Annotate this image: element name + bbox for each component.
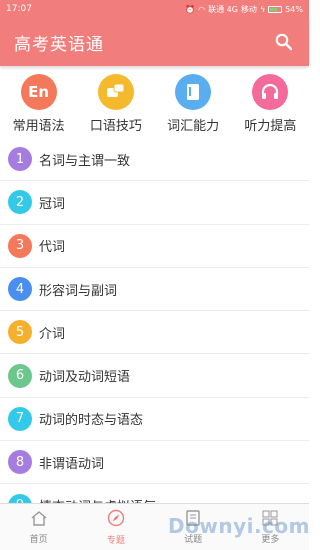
en-icon: En bbox=[20, 74, 57, 110]
tab-label: 专题 bbox=[106, 535, 125, 546]
list-number: 6 bbox=[8, 363, 32, 388]
status-bar: 17:07 ⏰ ◠ 联通 4G 移动 ϟ 54% bbox=[0, 0, 309, 18]
list-item[interactable]: 3 代词 bbox=[0, 225, 309, 268]
category-grammar[interactable]: En 常用语法 bbox=[0, 66, 77, 138]
category-bar: En 常用语法 口语技巧 词汇能力 听力提高 bbox=[0, 66, 309, 138]
app-title: 高考英语通 bbox=[14, 34, 104, 55]
tab-topics[interactable]: 专题 bbox=[77, 504, 154, 550]
list-item[interactable]: 4 形容词与副词 bbox=[0, 268, 309, 312]
category-label: 词汇能力 bbox=[167, 119, 220, 134]
wifi-icon: ◠ bbox=[198, 4, 206, 14]
list-number: 3 bbox=[8, 233, 32, 258]
carrier-2: 移动 bbox=[240, 4, 257, 14]
battery-icon bbox=[268, 5, 283, 13]
compass-icon bbox=[107, 509, 125, 531]
list-item-label: 冠词 bbox=[39, 196, 66, 212]
topic-list: 1 名词与主谓一致 2 冠词 3 代词 4 形容词与副词 5 介词 6 动词及动… bbox=[0, 138, 309, 528]
home-icon bbox=[30, 510, 48, 530]
category-label: 常用语法 bbox=[12, 119, 65, 134]
list-item-label: 形容词与副词 bbox=[39, 283, 118, 299]
list-number: 4 bbox=[8, 277, 32, 302]
list-number: 1 bbox=[8, 147, 32, 172]
tab-label: 首页 bbox=[29, 534, 48, 545]
headphones-icon bbox=[252, 74, 289, 110]
list-number: 8 bbox=[8, 450, 32, 475]
list-item-label: 动词的时态与语态 bbox=[39, 413, 144, 429]
watermark: Downyi.com bbox=[168, 514, 310, 538]
list-number: 7 bbox=[8, 406, 32, 431]
alarm-icon: ⏰ bbox=[185, 4, 196, 14]
list-item-label: 非谓语动词 bbox=[39, 456, 105, 472]
category-label: 听力提高 bbox=[244, 119, 297, 134]
category-listening[interactable]: 听力提高 bbox=[232, 66, 309, 138]
list-item-label: 代词 bbox=[39, 240, 66, 256]
list-item-label: 名词与主谓一致 bbox=[39, 153, 131, 169]
list-item[interactable]: 6 动词及动词短语 bbox=[0, 354, 309, 398]
category-label: 口语技巧 bbox=[89, 119, 142, 134]
list-number: 2 bbox=[8, 190, 32, 215]
list-item[interactable]: 2 冠词 bbox=[0, 181, 309, 225]
category-speaking[interactable]: 口语技巧 bbox=[77, 66, 154, 138]
chat-icon bbox=[97, 74, 134, 110]
app-bar: 高考英语通 bbox=[0, 18, 309, 66]
book-icon bbox=[175, 74, 212, 110]
search-icon[interactable] bbox=[273, 31, 295, 53]
battery-percent: 54% bbox=[285, 4, 303, 14]
list-item-label: 介词 bbox=[39, 326, 66, 342]
category-vocabulary[interactable]: 词汇能力 bbox=[155, 66, 232, 138]
list-item[interactable]: 8 非谓语动词 bbox=[0, 441, 309, 485]
status-time: 17:07 bbox=[6, 4, 32, 14]
list-item-label: 动词及动词短语 bbox=[39, 370, 131, 386]
list-item[interactable]: 1 名词与主谓一致 bbox=[0, 138, 309, 182]
tab-home[interactable]: 首页 bbox=[0, 504, 77, 550]
list-item[interactable]: 5 介词 bbox=[0, 311, 309, 355]
carrier-1: 联通 4G bbox=[208, 4, 238, 14]
status-right: ⏰ ◠ 联通 4G 移动 ϟ 54% bbox=[185, 4, 303, 15]
charging-icon: ϟ bbox=[259, 4, 266, 14]
list-item[interactable]: 7 动词的时态与语态 bbox=[0, 398, 309, 442]
list-number: 5 bbox=[8, 320, 32, 345]
